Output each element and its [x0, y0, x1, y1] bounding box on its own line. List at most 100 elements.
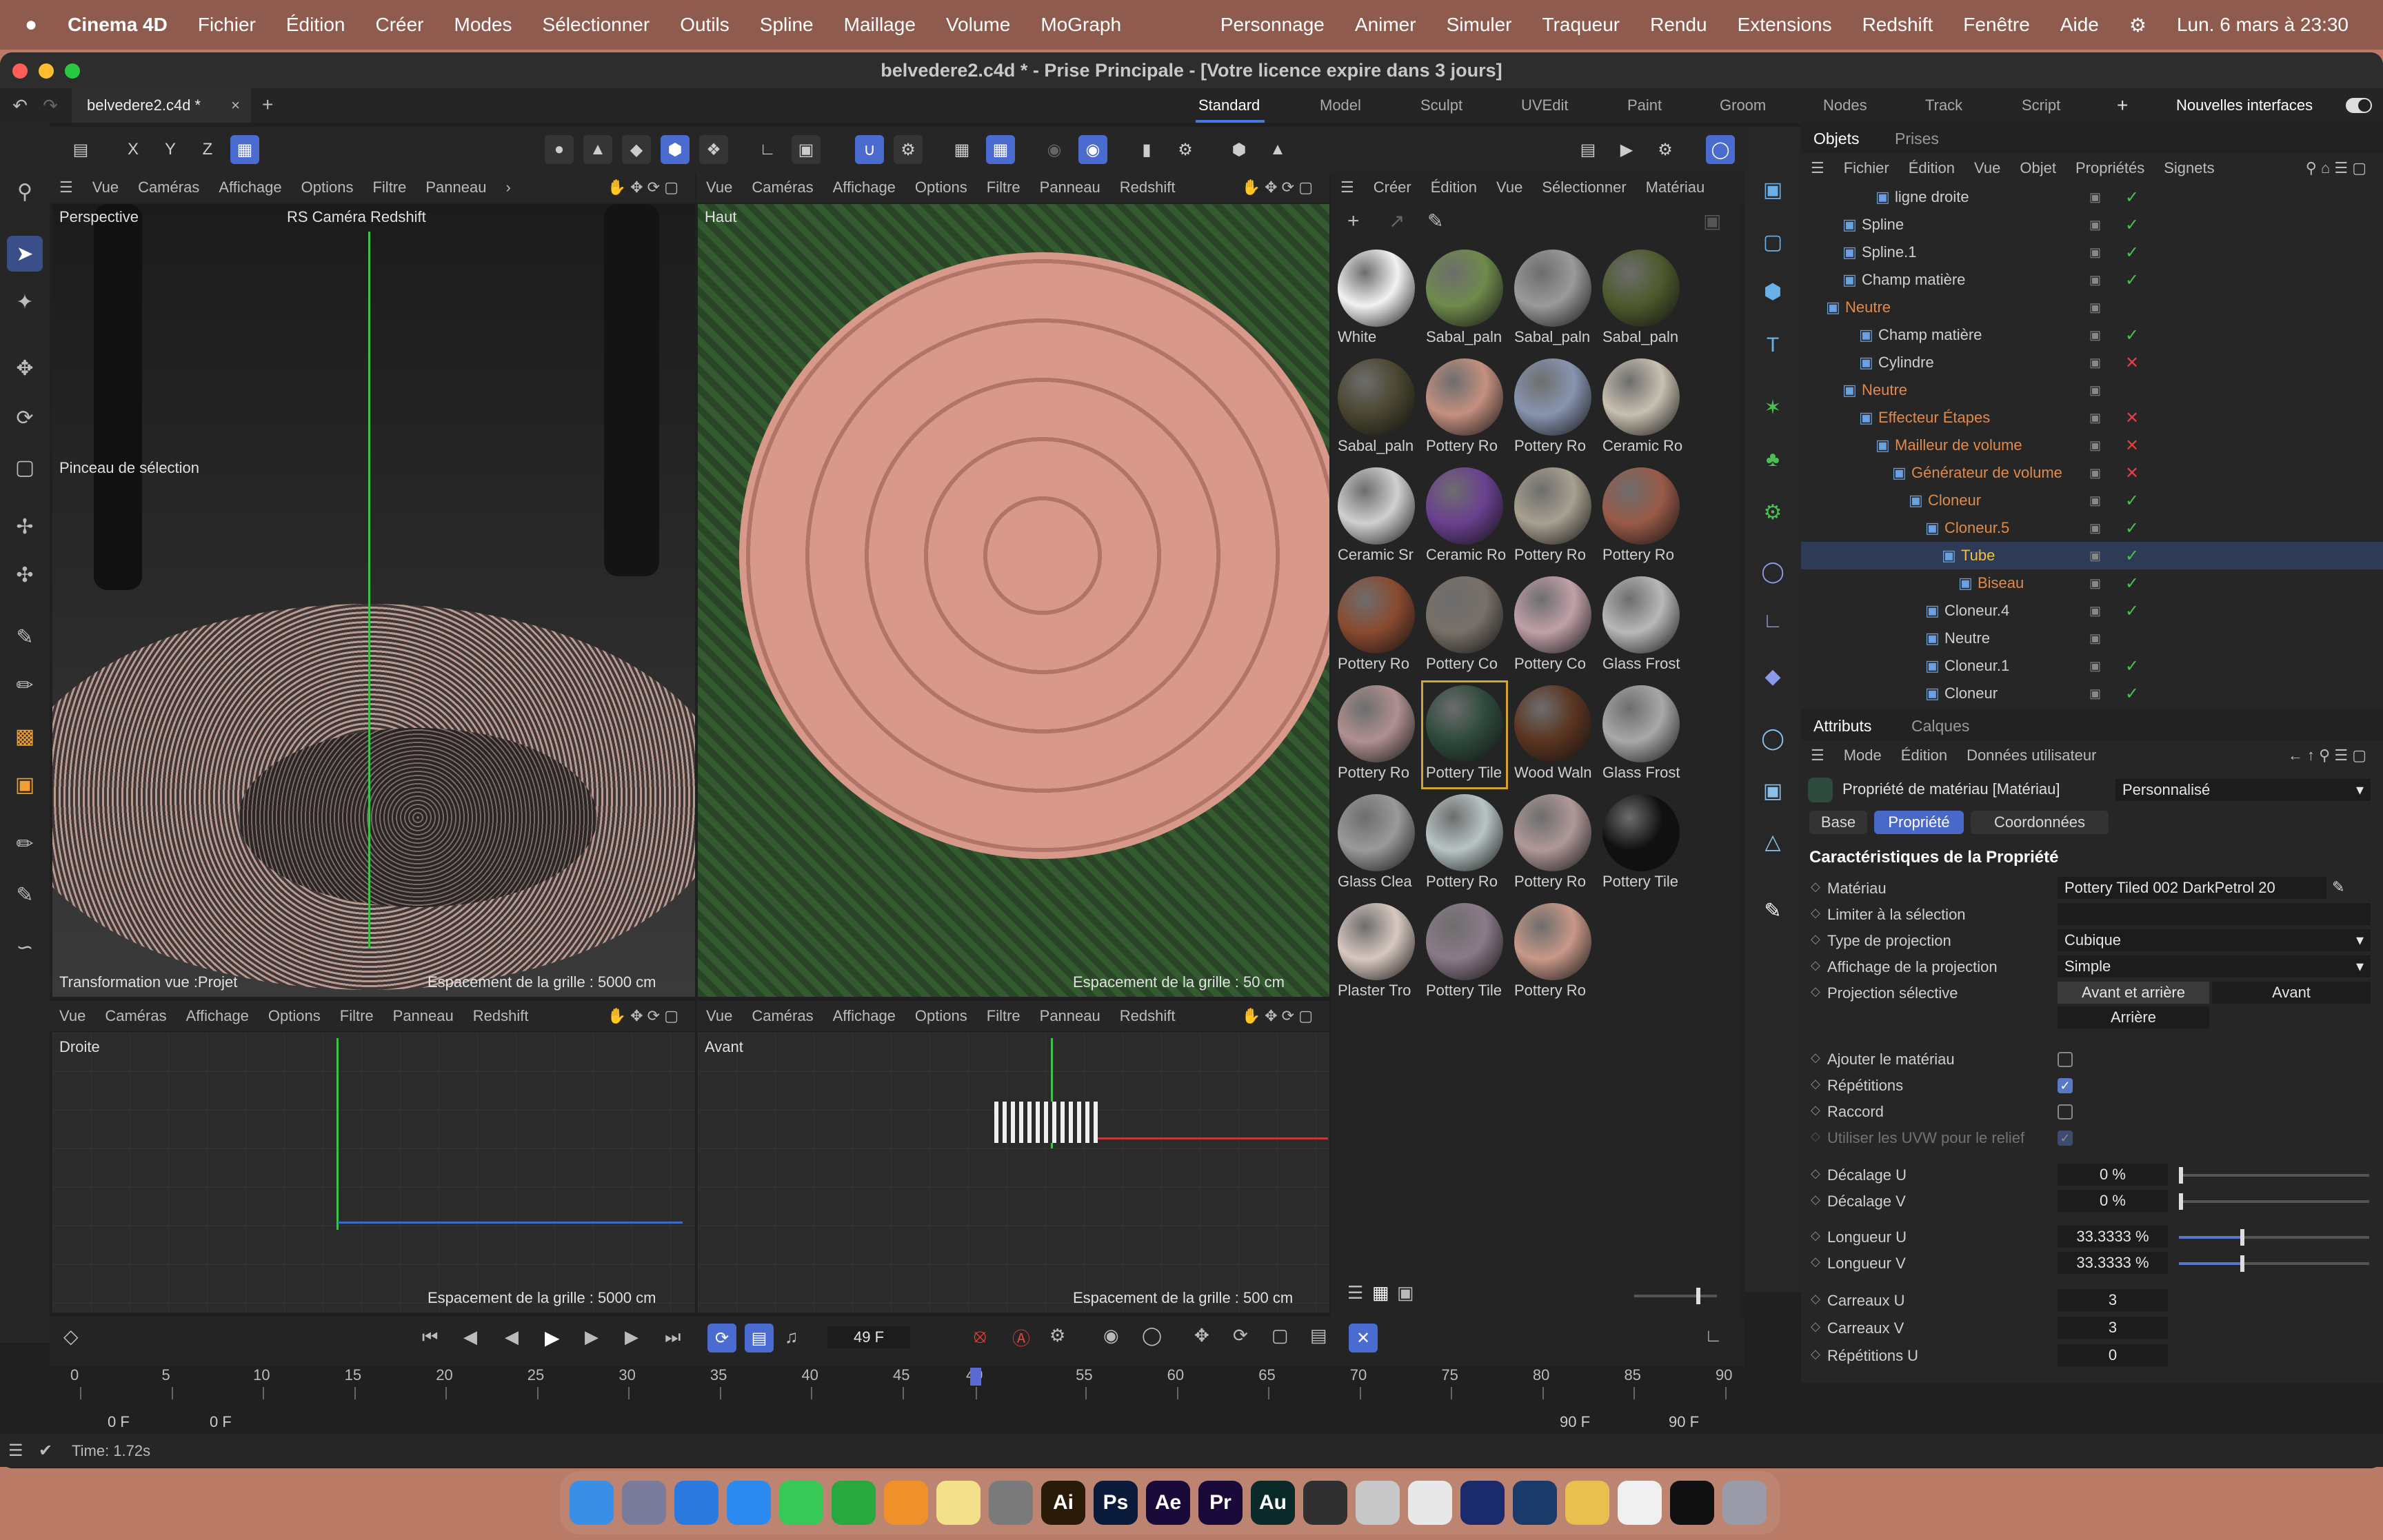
object-name[interactable]: Générateur de volume	[1911, 464, 2062, 482]
material-swatch[interactable]: Ceramic Ro	[1600, 356, 1682, 460]
prev-key-icon[interactable]: ◀	[463, 1326, 477, 1348]
menu-app-name[interactable]: Cinema 4D	[52, 14, 183, 36]
length-u-slider[interactable]	[2179, 1229, 2369, 1246]
object-row[interactable]: ▣ Spline ▣ ✓	[1801, 211, 2383, 239]
visibility-icon[interactable]: ▣	[2089, 687, 2101, 701]
enabled-check-icon[interactable]: ✓	[2125, 601, 2139, 621]
projection-type-dropdown[interactable]: Cubique ▾	[2058, 929, 2371, 951]
limit-selection-field[interactable]	[2058, 903, 2371, 925]
object-row[interactable]: ▣ Champ matière ▣ ✓	[1801, 266, 2383, 294]
apple-icon[interactable]: ●	[0, 13, 52, 37]
menu-icon[interactable]: ☰	[1801, 159, 1834, 177]
layout-tab-sculpt[interactable]: Sculpt	[1420, 88, 1462, 123]
dock-app-preview[interactable]	[1356, 1481, 1400, 1525]
key-rotation-icon[interactable]: ⟳	[1233, 1325, 1248, 1346]
object-row[interactable]: ▣ Neutre ▣	[1801, 294, 2383, 321]
raccord-checkbox[interactable]	[2058, 1104, 2073, 1119]
key-position-icon[interactable]: ✥	[1194, 1325, 1209, 1346]
visibility-icon[interactable]: ▣	[2089, 659, 2101, 673]
field-icon[interactable]: ◆	[1754, 658, 1791, 695]
attr-menu-edition[interactable]: Édition	[1891, 747, 1957, 764]
material-swatch[interactable]: Pottery Ro	[1335, 682, 1418, 787]
layout-tab-track[interactable]: Track	[1925, 88, 1962, 123]
viewport-front[interactable]: Avant Espacement de la grille : 500 cm	[698, 1033, 1329, 1313]
enabled-check-icon[interactable]: ✓	[2125, 656, 2139, 676]
dock-app-trash[interactable]	[1722, 1481, 1767, 1525]
tab-calques[interactable]: Calques	[1911, 717, 1969, 736]
enabled-check-icon[interactable]: ✓	[2125, 243, 2139, 263]
visibility-icon[interactable]: ▣	[2089, 576, 2101, 591]
magnet-tool-icon[interactable]: ∽	[7, 929, 43, 965]
key-settings-icon[interactable]: ⚙	[1049, 1325, 1065, 1346]
viewport-right[interactable]: Droite Espacement de la grille : 5000 cm	[52, 1033, 695, 1313]
viewport-nav-icons[interactable]: ✋ ✥ ⟳ ▢	[598, 179, 688, 196]
layout-tab-nodes[interactable]: Nodes	[1823, 88, 1867, 123]
visibility-icon[interactable]: ▣	[2089, 273, 2101, 287]
subtab-coordonnees[interactable]: Coordonnées	[1971, 811, 2109, 834]
offset-v-slider[interactable]	[2179, 1193, 2369, 1210]
render-icon[interactable]: ▶	[1612, 135, 1641, 164]
vp-menu-filtre[interactable]: Filtre	[330, 1007, 383, 1025]
dock-app-settings[interactable]	[989, 1481, 1033, 1525]
workplane-icon[interactable]: ▦	[986, 135, 1015, 164]
snap-settings-icon[interactable]: ⚙	[894, 135, 923, 164]
object-name[interactable]: Neutre	[1944, 629, 1990, 647]
object-row[interactable]: ▣ Cloneur ▣ ✓	[1801, 487, 2383, 514]
mat-menu-vue[interactable]: Vue	[1487, 179, 1532, 196]
dock-app-photoshop[interactable]: Ps	[1094, 1481, 1138, 1525]
material-swatch[interactable]: Pottery Ro	[1511, 791, 1594, 896]
material-swatch[interactable]: Pottery Co	[1511, 574, 1594, 678]
axis-y-button[interactable]: Y	[156, 135, 185, 164]
paint-tool-icon[interactable]: ✎	[7, 877, 43, 913]
object-name[interactable]: Cloneur.5	[1944, 519, 2009, 537]
timeline-playhead[interactable]	[970, 1368, 982, 1386]
axis-mode-icon[interactable]: ∟	[753, 135, 782, 164]
undo-icon[interactable]: ↶	[8, 94, 32, 117]
material-swatch[interactable]: Sabal_paln	[1335, 356, 1418, 460]
current-frame-field[interactable]: 49 F	[827, 1326, 910, 1348]
material-swatch[interactable]: Sabal_paln	[1600, 247, 1682, 352]
vp-menu-filtre[interactable]: Filtre	[977, 1007, 1030, 1025]
preset-dropdown[interactable]: Personnalisé ▾	[2115, 779, 2371, 801]
visibility-icon[interactable]: ▣	[2089, 521, 2101, 536]
scale-tool-icon[interactable]: ▢	[7, 449, 43, 485]
scale-handles-icon[interactable]: ✣	[7, 557, 43, 593]
timeline-graph-icon[interactable]: ∟	[1705, 1325, 1722, 1346]
vp-menu-options[interactable]: Options	[905, 1007, 977, 1025]
layout-tab-standard[interactable]: Standard	[1198, 88, 1260, 123]
disabled-x-icon[interactable]: ✕	[2125, 463, 2139, 483]
reps-u-field[interactable]: 0	[2058, 1344, 2168, 1366]
vp-menu-redshift[interactable]: Redshift	[1110, 179, 1185, 196]
vp-menu-cameras[interactable]: Caméras	[742, 179, 823, 196]
attribute-nav-icons[interactable]: ← ↑ ⚲ ☰ ▢	[2278, 747, 2376, 764]
object-row[interactable]: ▣ Cloneur.1 ▣ ✓	[1801, 652, 2383, 680]
dock-app-archive[interactable]	[1565, 1481, 1609, 1525]
autokey-icon[interactable]: Ⓐ	[1012, 1325, 1030, 1350]
visibility-icon[interactable]: ▣	[2089, 245, 2101, 260]
menu-icon[interactable]: ☰	[50, 179, 83, 196]
dock-app-messages[interactable]	[779, 1481, 823, 1525]
dock-app-launchpad[interactable]	[622, 1481, 666, 1525]
length-u-field[interactable]: 33.3333 %	[2058, 1226, 2168, 1248]
dock-app-cinema-4d[interactable]	[1460, 1481, 1505, 1525]
obj-menu-objet[interactable]: Objet	[2010, 159, 2066, 177]
offset-u-field[interactable]: 0 %	[2058, 1164, 2168, 1186]
viewport-nav-icons[interactable]: ✋ ✥ ⟳ ▢	[1232, 179, 1323, 196]
enabled-check-icon[interactable]: ✓	[2125, 188, 2139, 207]
menu-modes[interactable]: Modes	[439, 14, 527, 36]
object-name[interactable]: Spline	[1862, 216, 1904, 234]
offset-u-slider[interactable]	[2179, 1167, 2369, 1184]
material-swatch[interactable]: Pottery Ro	[1600, 465, 1682, 569]
menu-simuler[interactable]: Simuler	[1431, 14, 1527, 36]
knife-tool-icon[interactable]: ✎	[7, 619, 43, 655]
render-view-icon[interactable]: ▤	[1573, 135, 1602, 164]
menu-icon[interactable]: ☰	[1331, 179, 1364, 196]
dock-app-after-effects[interactable]: Ae	[1146, 1481, 1190, 1525]
add-layout-button[interactable]: +	[2117, 88, 2128, 123]
layout-tab-groom[interactable]: Groom	[1720, 88, 1766, 123]
object-search-icons[interactable]: ⚲ ⌂ ☰ ▢	[2296, 159, 2376, 177]
vp-menu-panneau[interactable]: Panneau	[416, 179, 496, 196]
proj-option-front[interactable]: Avant	[2212, 982, 2371, 1004]
enabled-check-icon[interactable]: ✓	[2125, 491, 2139, 511]
visibility-icon[interactable]: ▣	[2089, 301, 2101, 315]
